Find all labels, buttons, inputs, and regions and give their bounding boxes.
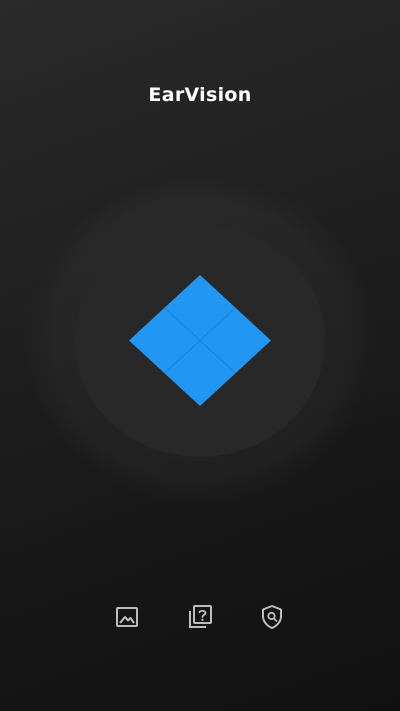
diamond-grid-logo-icon [129, 275, 271, 406]
app-title: EarVision [148, 84, 252, 106]
shield-search-icon [262, 605, 282, 629]
privacy-button[interactable] [255, 600, 289, 634]
help-pages-icon [189, 605, 212, 628]
help-button[interactable] [183, 600, 217, 634]
gallery-button[interactable] [110, 600, 144, 634]
logo-button[interactable] [129, 275, 271, 406]
bottom-nav [0, 600, 400, 634]
image-icon [116, 607, 138, 627]
app-screen: EarVision [0, 0, 400, 711]
